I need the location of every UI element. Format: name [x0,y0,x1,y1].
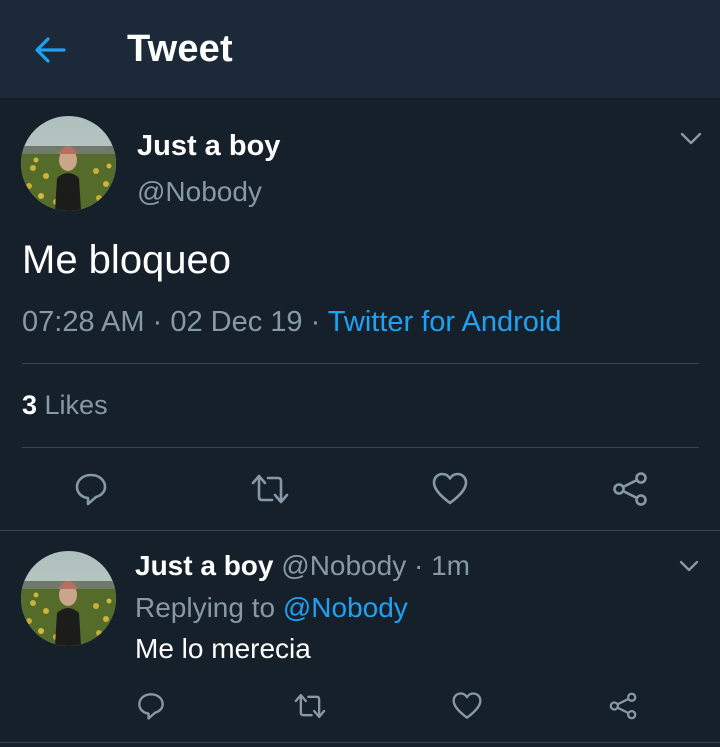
comment-icon [75,473,107,506]
tweet-text: Me bloqueo [22,238,232,282]
replying-to-link[interactable]: @Nobody [283,592,408,623]
reply-header: Just a boy @Nobody · 1m [135,550,470,582]
arrow-left-icon [35,37,66,63]
heart-icon [432,472,468,505]
divider [22,363,699,364]
author-handle[interactable]: @Nobody [137,176,262,208]
reply-retweet-button[interactable] [292,688,328,724]
reply-share-button[interactable] [605,688,641,724]
likes-number: 3 [22,390,38,420]
likes-label: Likes [37,390,108,420]
replying-prefix: Replying to [135,592,283,623]
replying-to: Replying to @Nobody [135,592,408,624]
reply-menu-button[interactable] [679,560,699,578]
page-title: Tweet [127,28,233,70]
tweet-date: 02 Dec 19 [170,306,303,338]
likes-count[interactable]: 3 Likes [22,390,108,421]
share-icon [613,472,647,506]
reply-author-name[interactable]: Just a boy [135,550,273,581]
divider [22,447,699,448]
like-button[interactable] [429,468,471,510]
tweet-source-link[interactable]: Twitter for Android [328,306,562,338]
retweet-icon [251,474,289,504]
meta-separator: · [302,306,328,338]
author-name[interactable]: Just a boy [137,130,280,163]
chevron-down-icon [680,132,702,145]
reply-author-handle[interactable]: @Nobody [281,550,406,581]
retweet-icon [294,694,326,718]
tweet-meta: 07:28 AM · 02 Dec 19 · Twitter for Andro… [22,306,561,339]
reply-like-button[interactable] [449,688,485,724]
reply-reply-button[interactable] [133,688,169,724]
divider [0,742,720,743]
retweet-button[interactable] [249,468,291,510]
tweet-menu-button[interactable] [680,132,702,151]
top-bar: Tweet [0,0,720,99]
reply-age: 1m [431,550,470,581]
tweet-time: 07:28 AM [22,306,145,338]
comment-icon [138,693,164,720]
meta-separator: · [406,550,432,581]
share-icon [609,692,637,720]
chevron-down-icon [679,560,699,572]
back-button[interactable] [30,30,70,70]
reply-text: Me lo merecia [135,633,311,664]
reply-avatar[interactable] [21,551,116,646]
divider [0,530,720,531]
avatar-photo [21,116,116,211]
share-button[interactable] [609,468,651,510]
heart-icon [452,692,482,719]
reply-button[interactable] [70,468,112,510]
avatar-photo [21,551,116,646]
avatar[interactable] [21,116,116,211]
meta-separator: · [144,306,171,338]
